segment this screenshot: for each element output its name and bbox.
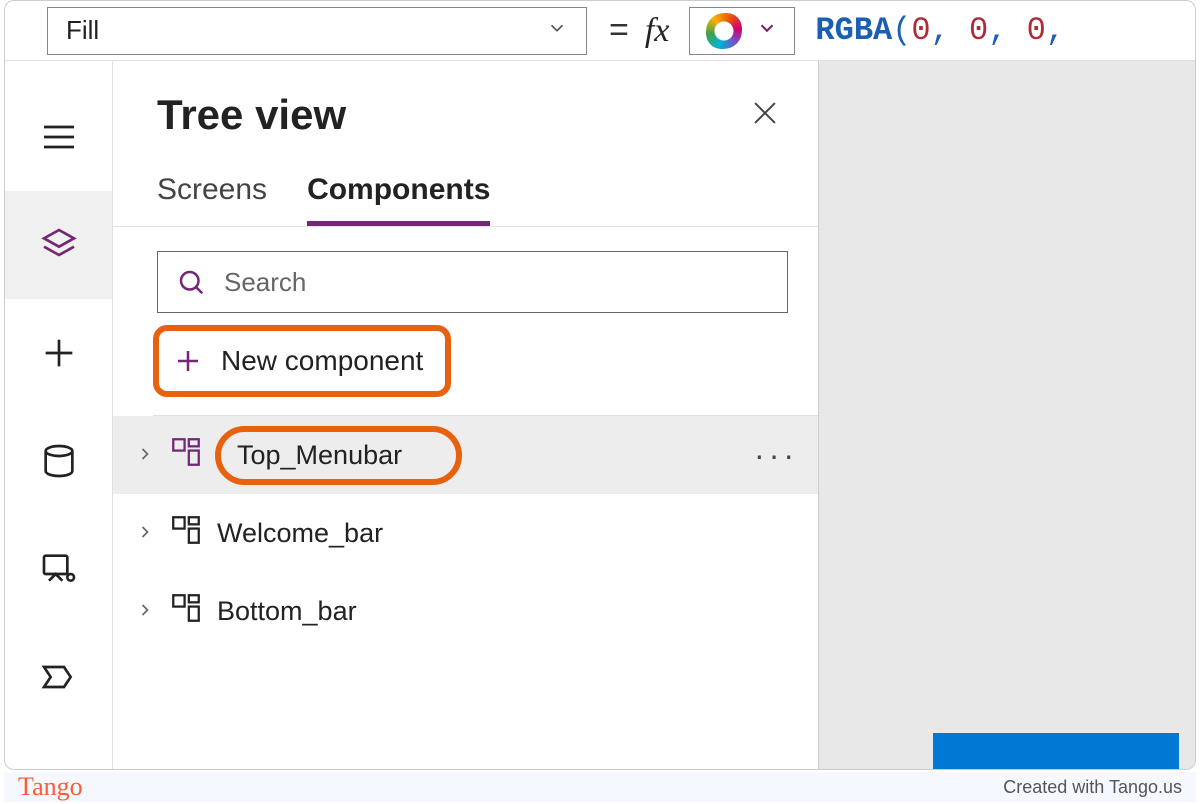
formula-text[interactable]: RGBA(0, 0, 0, — [815, 12, 1065, 49]
property-dropdown-value: Fill — [66, 15, 99, 46]
footer-credit: Created with Tango.us — [1003, 777, 1182, 798]
chevron-down-icon — [756, 17, 778, 44]
nav-media[interactable] — [5, 515, 112, 623]
media-icon — [39, 549, 79, 589]
search-input-wrap[interactable] — [157, 251, 788, 313]
expand-toggle[interactable] — [135, 596, 155, 627]
nav-tree-view[interactable] — [5, 191, 112, 299]
formula-bar: Fill = fx RGBA(0, 0, 0, — [5, 1, 1195, 61]
tree-item-label: Bottom_bar — [217, 596, 357, 627]
hamburger-icon — [39, 117, 79, 157]
more-menu[interactable]: ··· — [754, 437, 798, 474]
plus-icon — [173, 346, 203, 376]
equals-label: = — [609, 11, 629, 50]
tree-item-bottom-bar[interactable]: Bottom_bar — [113, 572, 818, 650]
nav-flows[interactable] — [5, 623, 112, 731]
tree-view-title: Tree view — [157, 91, 346, 139]
close-icon — [748, 96, 782, 130]
chevron-down-icon — [546, 15, 568, 46]
component-icon — [169, 435, 203, 476]
tab-screens[interactable]: Screens — [157, 173, 267, 226]
component-icon — [169, 513, 203, 554]
search-input[interactable] — [224, 267, 769, 298]
nav-hamburger[interactable] — [5, 83, 112, 191]
tango-logo: Tango — [18, 772, 83, 802]
nav-rail — [5, 61, 113, 769]
component-list: Top_Menubar ··· Welcome_bar Bottom_bar — [113, 416, 818, 650]
close-button[interactable] — [748, 96, 782, 135]
plus-icon — [39, 333, 79, 373]
property-dropdown[interactable]: Fill — [47, 7, 587, 55]
tree-item-welcome-bar[interactable]: Welcome_bar — [113, 494, 818, 572]
canvas-area[interactable] — [819, 61, 1195, 769]
expand-toggle[interactable] — [135, 518, 155, 549]
tree-item-label: Welcome_bar — [217, 518, 383, 549]
tree-view-tabs: Screens Components — [113, 147, 818, 227]
copilot-dropdown[interactable] — [689, 7, 795, 55]
copilot-icon — [706, 13, 742, 49]
nav-insert[interactable] — [5, 299, 112, 407]
canvas-bottom-button[interactable] — [933, 733, 1179, 769]
nav-data[interactable] — [5, 407, 112, 515]
tab-components[interactable]: Components — [307, 173, 490, 226]
new-component-button[interactable]: New component — [153, 325, 451, 397]
formula-fn: RGBA — [815, 12, 892, 49]
flow-icon — [39, 657, 79, 697]
tree-view-panel: Tree view Screens Components New compone… — [113, 61, 819, 769]
expand-toggle[interactable] — [135, 440, 155, 471]
footer: Tango Created with Tango.us — [4, 772, 1196, 802]
layers-icon — [39, 225, 79, 265]
new-component-label: New component — [221, 345, 423, 377]
tree-item-label: Top_Menubar — [215, 426, 462, 485]
search-icon — [176, 267, 206, 297]
database-icon — [39, 441, 79, 481]
component-icon — [169, 591, 203, 632]
fx-button[interactable]: fx — [645, 12, 670, 50]
tree-item-top-menubar[interactable]: Top_Menubar ··· — [113, 416, 818, 494]
